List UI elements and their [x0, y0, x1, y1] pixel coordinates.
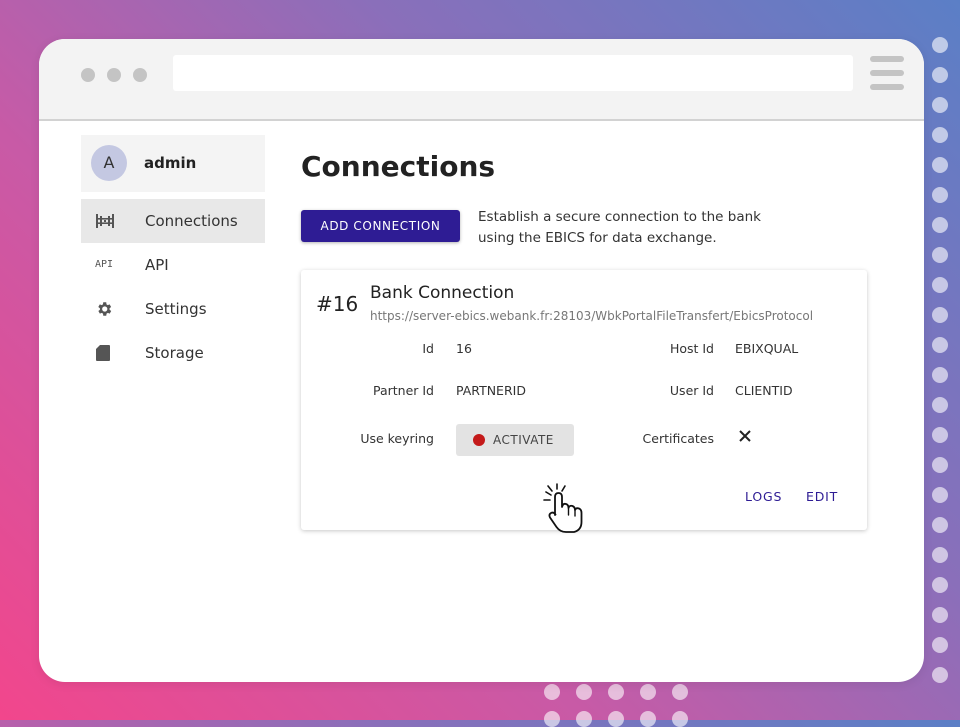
browser-toolbar — [39, 39, 924, 121]
gear-icon — [95, 300, 115, 318]
use-keyring-label: Use keyring — [360, 431, 434, 446]
certificates-label: Certificates — [642, 431, 714, 446]
connection-url: https://server-ebics.webank.fr:28103/Wbk… — [370, 309, 814, 323]
activate-label: ACTIVATE — [493, 433, 554, 447]
window-dot-3[interactable] — [133, 68, 147, 82]
avatar: A — [91, 145, 127, 181]
user-profile[interactable]: A admin — [81, 135, 265, 192]
sidebar-item-api[interactable]: API API — [81, 243, 265, 287]
window-dot-1[interactable] — [81, 68, 95, 82]
username: admin — [144, 154, 197, 172]
logs-button[interactable]: LOGS — [745, 489, 782, 504]
edit-button[interactable]: EDIT — [806, 489, 838, 504]
user-id-label: User Id — [669, 383, 714, 398]
connection-title: Bank Connection — [370, 283, 515, 303]
browser-window: A admin Connections API API Settings Sto… — [39, 39, 924, 682]
close-icon — [737, 428, 753, 444]
sidebar-item-label: Settings — [145, 300, 207, 318]
host-id-value: EBIXQUAL — [735, 341, 799, 356]
connection-number: #16 — [316, 292, 359, 316]
id-value: 16 — [456, 341, 472, 356]
partner-id-label: Partner Id — [372, 383, 434, 398]
id-label: Id — [422, 341, 434, 356]
address-bar[interactable] — [173, 55, 853, 91]
api-icon: API — [95, 259, 114, 270]
sidebar-item-connections[interactable]: Connections — [81, 199, 265, 243]
activate-button[interactable]: ACTIVATE — [456, 424, 574, 456]
hand-pointer-icon — [540, 482, 594, 536]
window-dot-2[interactable] — [107, 68, 121, 82]
sidebar-item-label: Connections — [145, 212, 238, 230]
sidebar-item-label: Storage — [145, 344, 204, 362]
sidebar-item-settings[interactable]: Settings — [81, 287, 265, 331]
description-line: Establish a secure connection to the ban… — [478, 209, 761, 225]
host-id-label: Host Id — [669, 341, 714, 356]
description-line: using the EBICS for data exchange. — [478, 230, 717, 246]
connections-icon — [95, 212, 115, 230]
sidebar: A admin Connections API API Settings Sto… — [81, 135, 265, 375]
add-connection-button[interactable]: ADD CONNECTION — [301, 210, 460, 242]
user-id-value: CLIENTID — [735, 383, 793, 398]
sd-card-icon — [95, 344, 115, 362]
add-connection-description: Establish a secure connection to the ban… — [478, 207, 788, 249]
sidebar-item-label: API — [145, 256, 169, 274]
status-dot-icon — [473, 434, 485, 446]
hamburger-menu-icon[interactable] — [870, 56, 904, 90]
partner-id-value: PARTNERID — [456, 383, 526, 398]
sidebar-item-storage[interactable]: Storage — [81, 331, 265, 375]
page-title: Connections — [301, 150, 496, 183]
